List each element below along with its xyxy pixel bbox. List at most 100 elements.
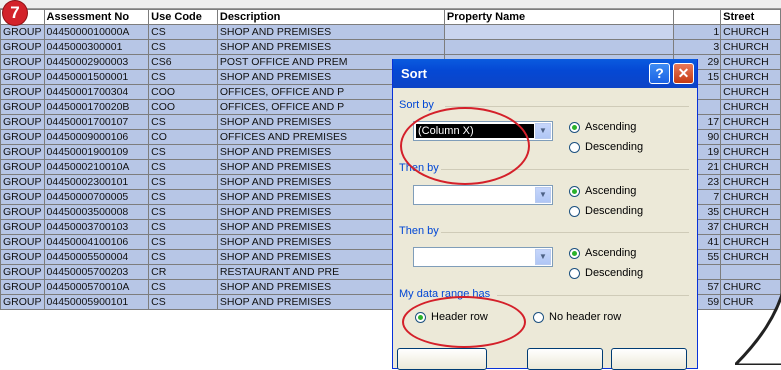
table-cell[interactable]: CS (148, 204, 218, 220)
table-cell[interactable] (443, 39, 674, 55)
column-header[interactable] (672, 9, 722, 25)
dialog-title-bar[interactable]: Sort ? ✕ (393, 59, 697, 88)
table-cell[interactable]: CS (148, 294, 218, 310)
table-cell[interactable]: CO (148, 129, 218, 145)
table-cell[interactable]: CHURCH (720, 84, 781, 100)
table-cell[interactable]: 04450005900101 (43, 294, 150, 310)
table-cell[interactable]: 04450009000106 (43, 129, 150, 145)
table-cell[interactable]: 0445000570010A (43, 279, 150, 295)
close-button[interactable]: ✕ (673, 63, 694, 84)
no-header-row-radio[interactable]: No header row (533, 311, 621, 323)
table-cell[interactable]: GROUP (0, 24, 45, 40)
table-cell[interactable]: GROUP (0, 54, 45, 70)
table-cell[interactable]: CS (148, 24, 218, 40)
table-cell[interactable] (443, 24, 674, 40)
table-cell[interactable]: SHOP AND PREMISES (216, 24, 445, 40)
table-cell[interactable]: GROUP (0, 219, 45, 235)
help-button[interactable]: ? (649, 63, 670, 84)
table-cell[interactable]: CR (148, 264, 218, 280)
table-cell[interactable]: 04450001900109 (43, 144, 150, 160)
table-cell[interactable]: 04450003700103 (43, 219, 150, 235)
sort-by-descending-radio[interactable]: Descending (569, 141, 643, 153)
then-by-select-2[interactable]: ▼ (413, 247, 553, 267)
table-cell[interactable]: CS (148, 159, 218, 175)
table-cell[interactable]: 04450005700203 (43, 264, 150, 280)
then-by-2-descending-radio[interactable]: Descending (569, 267, 643, 279)
then-by-1-descending-radio[interactable]: Descending (569, 205, 643, 217)
table-cell[interactable]: CS (148, 174, 218, 190)
column-header[interactable]: Description (216, 9, 445, 25)
table-cell[interactable]: 1 (672, 24, 722, 40)
table-cell[interactable]: GROUP (0, 114, 45, 130)
table-cell[interactable]: GROUP (0, 69, 45, 85)
table-cell[interactable]: GROUP (0, 144, 45, 160)
table-cell[interactable]: CS (148, 69, 218, 85)
table-cell[interactable] (720, 264, 781, 280)
table-cell[interactable]: 0445000300001 (43, 39, 150, 55)
table-cell[interactable]: GROUP (0, 249, 45, 265)
table-cell[interactable]: CHURCH (720, 69, 781, 85)
then-by-select-1[interactable]: ▼ (413, 185, 553, 205)
table-cell[interactable]: CHURCH (720, 159, 781, 175)
table-cell[interactable]: CHURCH (720, 99, 781, 115)
table-cell[interactable]: COO (148, 84, 218, 100)
table-cell[interactable]: 04450000700005 (43, 189, 150, 205)
table-cell[interactable]: CHURCH (720, 234, 781, 250)
ok-button[interactable] (527, 348, 603, 370)
table-cell[interactable]: GROUP (0, 234, 45, 250)
table-cell[interactable]: GROUP (0, 39, 45, 55)
table-cell[interactable]: 0445000010000A (43, 24, 150, 40)
table-cell[interactable]: 04450005500004 (43, 249, 150, 265)
table-cell[interactable]: 04450001700107 (43, 114, 150, 130)
table-cell[interactable]: 04450004100106 (43, 234, 150, 250)
table-cell[interactable]: CHURCH (720, 39, 781, 55)
table-cell[interactable]: GROUP (0, 84, 45, 100)
table-cell[interactable]: CS (148, 219, 218, 235)
table-cell[interactable]: SHOP AND PREMISES (216, 39, 445, 55)
table-cell[interactable]: GROUP (0, 174, 45, 190)
table-cell[interactable]: CS (148, 114, 218, 130)
table-cell[interactable]: CHURCH (720, 249, 781, 265)
table-cell[interactable]: CS (148, 144, 218, 160)
table-cell[interactable]: 04450003500008 (43, 204, 150, 220)
table-cell[interactable]: GROUP (0, 189, 45, 205)
table-cell[interactable]: GROUP (0, 99, 45, 115)
table-cell[interactable]: CS (148, 234, 218, 250)
table-cell[interactable]: 0445000210010A (43, 159, 150, 175)
table-cell[interactable]: 04450002900003 (43, 54, 150, 70)
chevron-down-icon[interactable]: ▼ (535, 123, 551, 139)
chevron-down-icon[interactable]: ▼ (535, 249, 551, 265)
column-header[interactable]: Property Name (443, 9, 674, 25)
chevron-down-icon[interactable]: ▼ (535, 187, 551, 203)
table-cell[interactable]: CHURCH (720, 114, 781, 130)
table-cell[interactable]: CS (148, 39, 218, 55)
table-cell[interactable]: 04450001700304 (43, 84, 150, 100)
table-cell[interactable]: CHURCH (720, 54, 781, 70)
table-cell[interactable]: 3 (672, 39, 722, 55)
table-cell[interactable]: CHURCH (720, 174, 781, 190)
table-cell[interactable]: GROUP (0, 204, 45, 220)
table-cell[interactable]: COO (148, 99, 218, 115)
table-cell[interactable]: GROUP (0, 129, 45, 145)
sort-by-ascending-radio[interactable]: Ascending (569, 121, 636, 133)
table-cell[interactable]: GROUP (0, 294, 45, 310)
table-cell[interactable]: CHURCH (720, 24, 781, 40)
table-cell[interactable]: CHURCH (720, 219, 781, 235)
table-cell[interactable]: GROUP (0, 279, 45, 295)
column-header[interactable]: Use Code (148, 9, 218, 25)
table-cell[interactable]: CS (148, 279, 218, 295)
table-cell[interactable]: 0445000170020B (43, 99, 150, 115)
table-cell[interactable]: GROUP (0, 264, 45, 280)
table-cell[interactable]: CS (148, 189, 218, 205)
table-cell[interactable]: CHURCH (720, 204, 781, 220)
table-cell[interactable]: CHURCH (720, 144, 781, 160)
table-cell[interactable]: CHURCH (720, 189, 781, 205)
cancel-button[interactable] (611, 348, 687, 370)
table-cell[interactable]: CHURCH (720, 129, 781, 145)
options-button[interactable] (397, 348, 487, 370)
table-cell[interactable]: 04450002300101 (43, 174, 150, 190)
table-cell[interactable]: GROUP (0, 159, 45, 175)
then-by-2-ascending-radio[interactable]: Ascending (569, 247, 636, 259)
column-header[interactable]: Street (720, 9, 781, 25)
table-cell[interactable]: CS (148, 249, 218, 265)
